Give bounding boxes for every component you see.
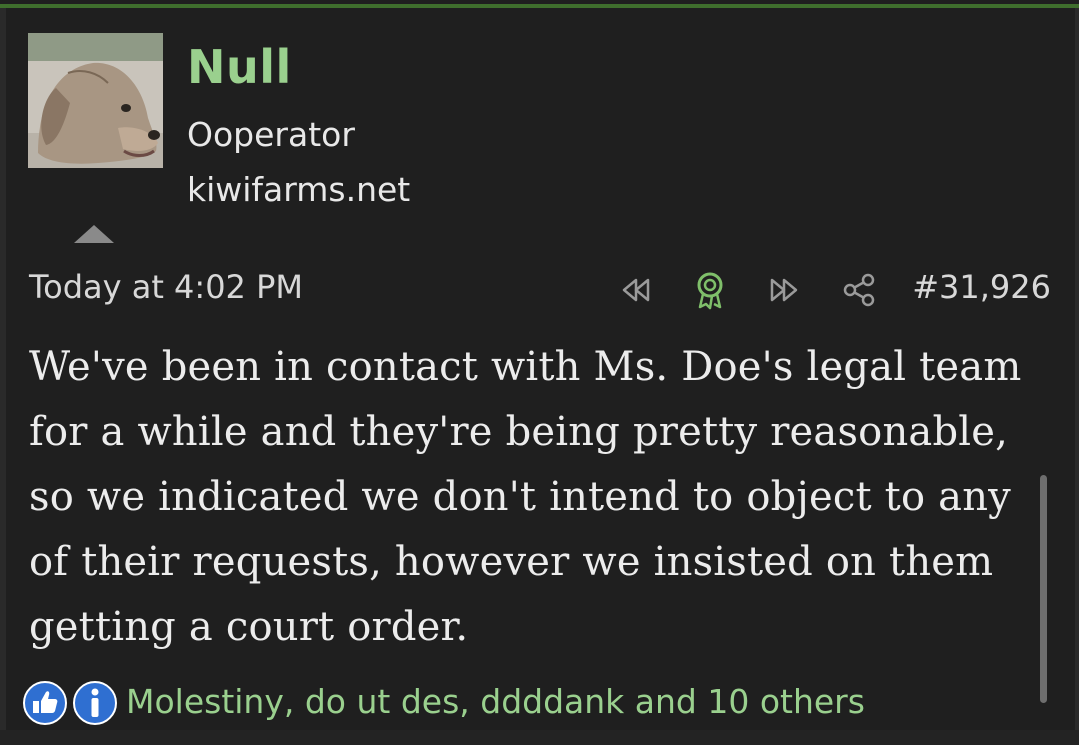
- post-body: We've been in contact with Ms. Doe's leg…: [29, 344, 1022, 650]
- thumbs-up-icon[interactable]: [22, 680, 68, 726]
- collapse-caret-icon[interactable]: [74, 225, 114, 243]
- award-icon[interactable]: [690, 270, 730, 310]
- post-left-border: [0, 8, 6, 745]
- avatar[interactable]: [28, 33, 163, 168]
- next-icon[interactable]: [764, 270, 804, 310]
- scrollbar[interactable]: [1040, 475, 1047, 703]
- forum-post: Null Ooperator kiwifarms.net Today at 4:…: [0, 0, 1079, 745]
- info-icon[interactable]: [72, 680, 118, 726]
- post-number-link[interactable]: #31,926: [912, 268, 1051, 306]
- previous-icon[interactable]: [616, 270, 656, 310]
- author-site: kiwifarms.net: [187, 170, 411, 209]
- share-icon[interactable]: [840, 270, 880, 310]
- post-top-accent-bar: [0, 4, 1079, 8]
- post-right-border: [1075, 8, 1079, 745]
- post-bottom-strip: [0, 730, 1079, 745]
- reaction-users-link[interactable]: Molestiny, do ut des, ddddank and 10 oth…: [126, 682, 865, 721]
- reactions-bar: Molestiny, do ut des, ddddank and 10 oth…: [22, 680, 1022, 726]
- author-title: Ooperator: [187, 115, 355, 154]
- author-username[interactable]: Null: [187, 40, 292, 94]
